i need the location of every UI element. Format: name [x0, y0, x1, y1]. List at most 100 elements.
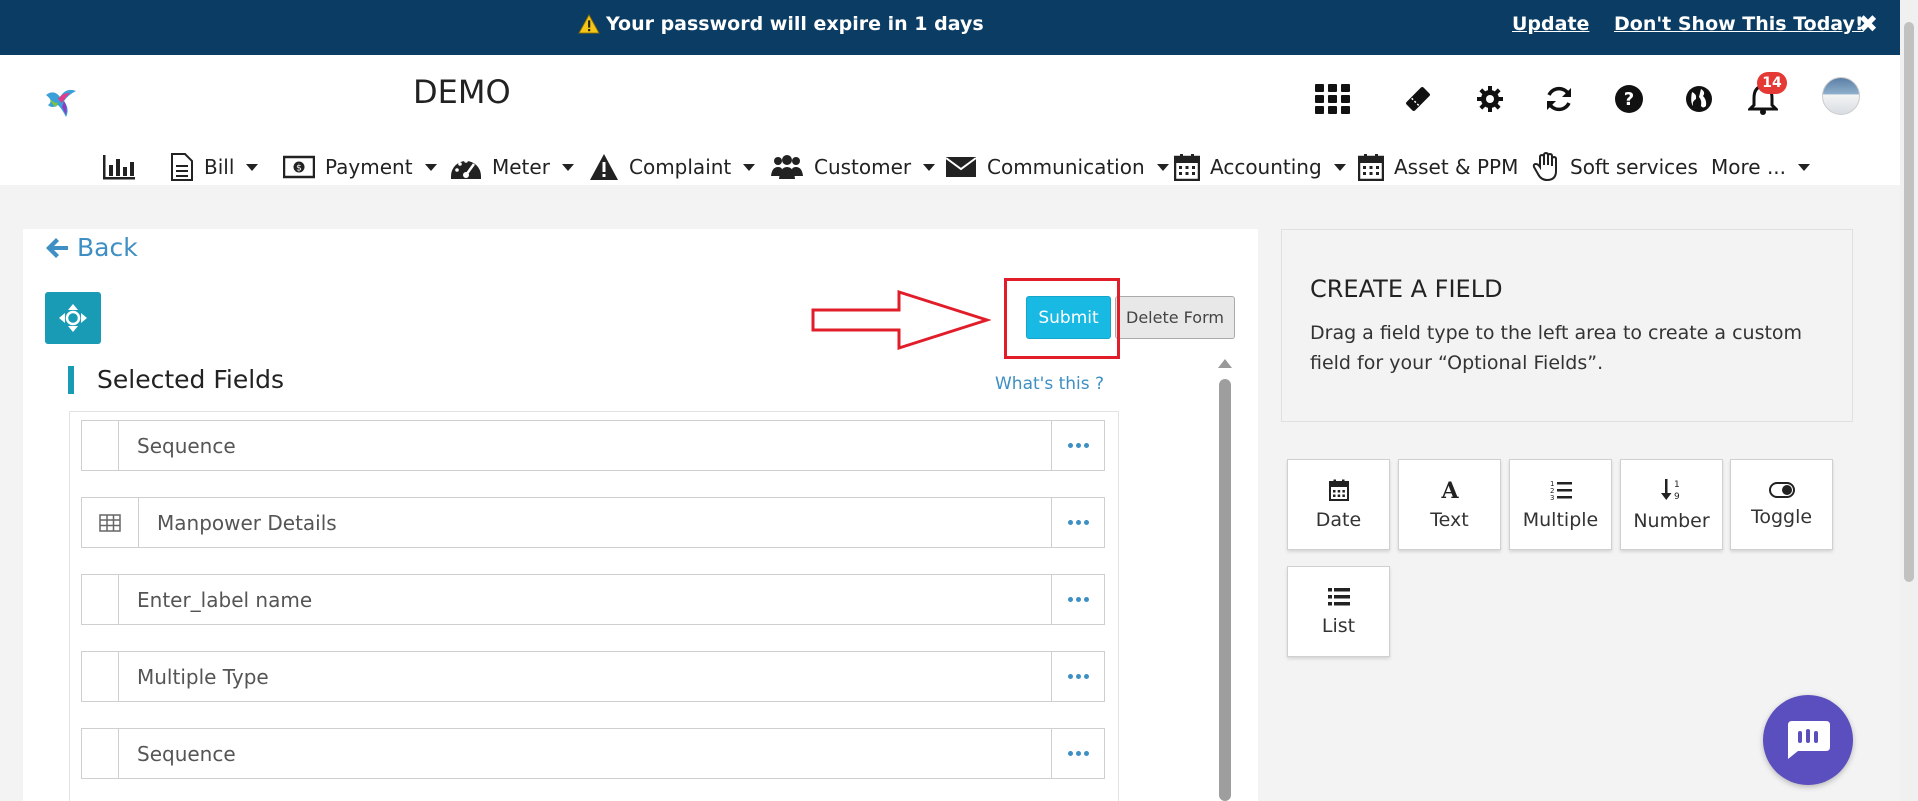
more-options-icon[interactable]	[1051, 498, 1104, 547]
field-type-label: Multiple	[1522, 508, 1599, 531]
hummingbird-logo[interactable]	[40, 81, 80, 121]
field-type-multiple[interactable]: 123 Multiple	[1509, 459, 1612, 550]
field-type-date[interactable]: Date	[1287, 459, 1390, 550]
refresh-icon[interactable]	[1541, 81, 1577, 117]
nav-label: Accounting	[1210, 155, 1322, 179]
sort-numeric-icon: 19	[1660, 478, 1680, 502]
nav-item-soft-services[interactable]: Soft services	[1532, 147, 1698, 187]
arrow-left-icon	[46, 237, 68, 258]
field-row-sequence-2[interactable]: Sequence	[81, 728, 1105, 779]
drag-handle[interactable]	[82, 729, 119, 778]
hand-icon	[1532, 152, 1557, 182]
create-field-info: CREATE A FIELD Drag a field type to the …	[1281, 229, 1853, 422]
apps-grid-icon[interactable]	[1315, 81, 1351, 117]
chat-widget-button[interactable]	[1763, 695, 1853, 785]
gauge-icon	[451, 159, 481, 179]
field-type-toggle[interactable]: Toggle	[1730, 459, 1833, 550]
banner-message-text: Your password will expire in 1 days	[606, 13, 984, 35]
field-label: Manpower Details	[157, 510, 337, 535]
nav-label: Soft services	[1570, 155, 1698, 179]
chevron-down-icon	[1156, 163, 1169, 171]
envelope-icon	[945, 157, 977, 177]
update-link[interactable]: Update	[1512, 13, 1589, 35]
bar-chart-icon	[103, 155, 135, 180]
chevron-down-icon	[246, 163, 259, 171]
more-options-icon[interactable]	[1051, 575, 1104, 624]
chevron-down-icon	[424, 163, 437, 171]
nav-item-complaint[interactable]: Complaint	[589, 147, 756, 187]
globe-icon[interactable]	[1681, 81, 1717, 117]
numbered-list-icon: 123	[1550, 480, 1572, 501]
field-type-label: Toggle	[1750, 505, 1813, 528]
chevron-down-icon	[561, 163, 574, 171]
svg-text:A: A	[1440, 479, 1459, 501]
close-banner-icon[interactable]: ✖	[1858, 10, 1878, 38]
scroll-up-arrow[interactable]	[1218, 359, 1232, 368]
fields-scrollbar[interactable]	[1219, 379, 1231, 801]
back-label: Back	[77, 233, 138, 262]
nav-label: Asset & PPM	[1394, 155, 1519, 179]
drag-handle[interactable]	[82, 575, 119, 624]
nav-label: More ...	[1711, 155, 1787, 179]
create-field-description: Drag a field type to the left area to cr…	[1310, 322, 1803, 374]
nav-item-customer[interactable]: Customer	[770, 147, 936, 187]
gear-icon[interactable]	[1472, 81, 1508, 117]
page-scrollbar-thumb[interactable]	[1904, 22, 1914, 582]
section-accent-bar	[68, 366, 74, 394]
whats-this-link[interactable]: What's this ?	[995, 374, 1104, 394]
field-type-label: List	[1321, 614, 1356, 637]
field-type-text[interactable]: A Text	[1398, 459, 1501, 550]
banner-message: Your password will expire in 1 days	[578, 13, 984, 35]
nav-label: Customer	[814, 155, 912, 179]
nav-label: Meter	[492, 155, 550, 179]
money-icon: $	[283, 155, 315, 179]
field-row-manpower-details[interactable]: Manpower Details	[81, 497, 1105, 548]
annotation-arrow-icon	[811, 289, 991, 351]
back-link[interactable]: Back	[45, 233, 138, 262]
table-icon	[99, 513, 121, 532]
nav-label: Communication	[987, 155, 1145, 179]
field-row-enter-label-name[interactable]: Enter_label name	[81, 574, 1105, 625]
nav-item-bill[interactable]: Bill	[170, 147, 259, 187]
field-label: Multiple Type	[137, 664, 269, 689]
more-options-icon[interactable]	[1051, 421, 1104, 470]
field-row-multiple-type[interactable]: Multiple Type	[81, 651, 1105, 702]
svg-text:9: 9	[1674, 492, 1680, 502]
user-avatar[interactable]	[1822, 77, 1860, 115]
chat-bubble-icon	[1788, 721, 1830, 759]
ticket-icon[interactable]	[1400, 81, 1436, 117]
header: DEMO ? 14 Bill $ Payment Meter Complaint…	[0, 55, 1900, 185]
document-icon	[171, 153, 193, 181]
nav-item-dashboard[interactable]	[102, 147, 136, 187]
help-icon[interactable]: ?	[1611, 81, 1647, 117]
warning-icon	[578, 14, 600, 34]
selected-fields-title: Selected Fields	[97, 365, 285, 394]
calendar-icon	[1174, 154, 1200, 181]
field-type-list[interactable]: List	[1287, 566, 1390, 657]
drag-handle[interactable]	[82, 498, 139, 547]
field-type-label: Text	[1430, 508, 1469, 531]
field-label: Sequence	[137, 433, 236, 458]
nav-item-communication[interactable]: Communication	[945, 147, 1169, 187]
drag-handle[interactable]	[82, 421, 119, 470]
nav-item-meter[interactable]: Meter	[450, 147, 574, 187]
drag-handle[interactable]	[82, 652, 119, 701]
more-options-icon[interactable]	[1051, 729, 1104, 778]
field-label: Sequence	[137, 741, 236, 766]
delete-form-button[interactable]: Delete Form	[1115, 296, 1235, 339]
chevron-down-icon	[743, 163, 756, 171]
form-builder-panel: Back Submit Delete Form Selected Fields …	[23, 229, 1258, 801]
dont-show-today-link[interactable]: Don't Show This Today!	[1614, 13, 1864, 35]
nav-item-accounting[interactable]: Accounting	[1174, 147, 1346, 187]
move-arrows-icon	[59, 304, 87, 332]
more-options-icon[interactable]	[1051, 652, 1104, 701]
field-row-sequence[interactable]: Sequence	[81, 420, 1105, 471]
field-type-number[interactable]: 19 Number	[1620, 459, 1723, 550]
field-type-label: Number	[1633, 509, 1710, 532]
annotation-highlight-box	[1004, 278, 1120, 359]
nav-item-more[interactable]: More ...	[1711, 147, 1811, 187]
nav-item-asset-ppm[interactable]: Asset & PPM	[1358, 147, 1518, 187]
nav-item-payment[interactable]: $ Payment	[283, 147, 437, 187]
svg-text:?: ?	[1624, 89, 1634, 110]
move-button[interactable]	[45, 292, 101, 344]
